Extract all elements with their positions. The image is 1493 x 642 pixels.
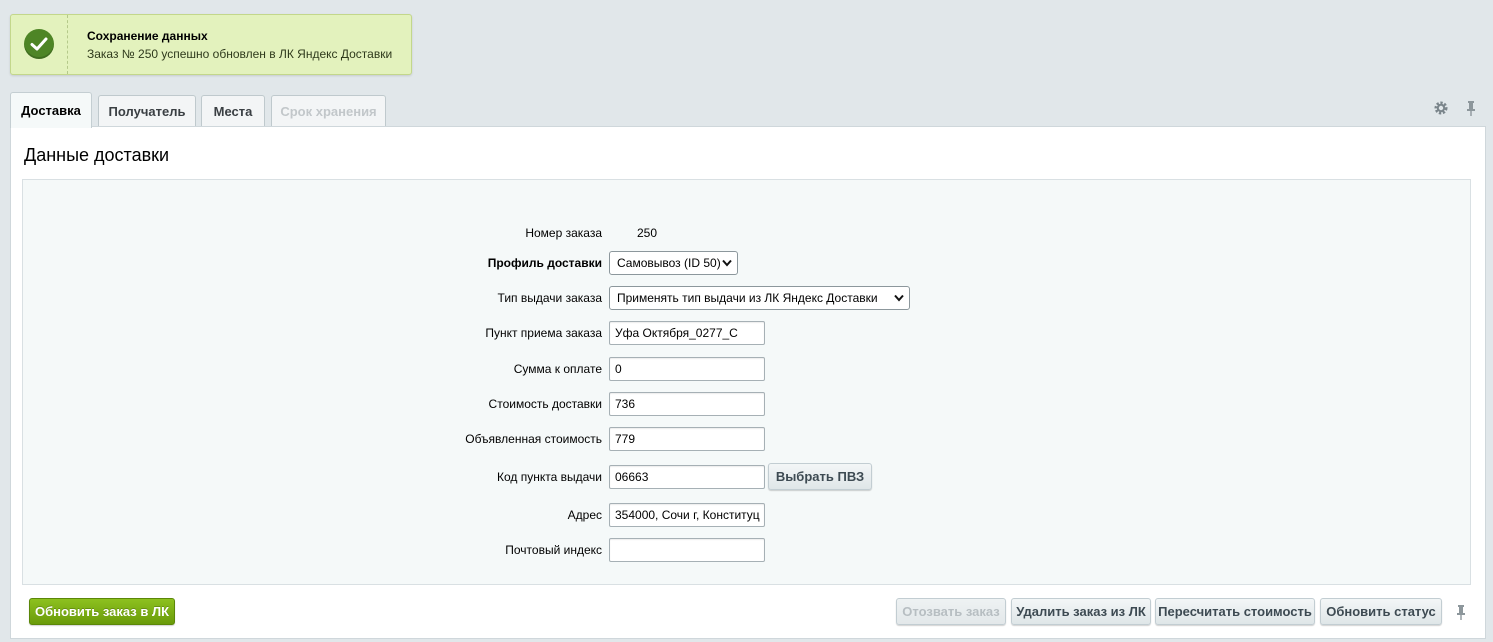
intake-point-label: Пункт приема заказа: [485, 326, 602, 340]
order-number-value: 250: [637, 226, 658, 240]
delete-order-button[interactable]: Удалить заказ из ЛК: [1011, 598, 1151, 625]
update-order-button[interactable]: Обновить заказ в ЛК: [29, 598, 175, 625]
issue-type-label: Тип выдачи заказа: [497, 291, 602, 305]
tab-delivery[interactable]: Доставка: [10, 92, 92, 128]
amount-due-label: Сумма к оплате: [513, 362, 602, 376]
choose-pickup-point-button[interactable]: Выбрать ПВЗ: [768, 463, 872, 490]
row-delivery-cost: Стоимость доставки 736: [23, 392, 1470, 416]
pin-icon[interactable]: [1463, 100, 1479, 116]
pin-icon[interactable]: [1453, 604, 1469, 620]
tab-toolbar: [1433, 100, 1479, 116]
chevron-down-icon: [722, 259, 732, 267]
tab-places[interactable]: Места: [201, 95, 265, 126]
gear-icon[interactable]: [1433, 100, 1449, 116]
delivery-profile-selected: Самовывоз (ID 50): [617, 256, 721, 270]
amount-due-input[interactable]: 0: [609, 357, 765, 381]
tab-recipient[interactable]: Получатель: [98, 95, 196, 126]
notification-title: Сохранение данных: [87, 29, 208, 43]
row-address: Адрес 354000, Сочи г, Конституц: [23, 503, 1470, 527]
issue-type-select[interactable]: Применять тип выдачи из ЛК Яндекс Достав…: [609, 286, 910, 310]
delivery-profile-select[interactable]: Самовывоз (ID 50): [609, 251, 738, 275]
tab-storage-period: Срок хранения: [271, 95, 386, 126]
delivery-profile-label: Профиль доставки: [487, 256, 602, 270]
recalculate-cost-button[interactable]: Пересчитать стоимость: [1155, 598, 1315, 625]
row-amount-due: Сумма к оплате 0: [23, 357, 1470, 381]
row-delivery-profile: Профиль доставки Самовывоз (ID 50): [23, 251, 1470, 275]
delivery-cost-label: Стоимость доставки: [488, 397, 602, 411]
intake-point-input[interactable]: Уфа Октября_0277_С: [609, 321, 765, 345]
row-issue-type: Тип выдачи заказа Применять тип выдачи и…: [23, 286, 1470, 310]
address-input[interactable]: 354000, Сочи г, Конституц: [609, 503, 765, 527]
chevron-down-icon: [894, 294, 904, 302]
postcode-label: Почтовый индекс: [505, 543, 602, 557]
row-declared-value: Объявленная стоимость 779: [23, 427, 1470, 451]
check-circle-icon: [24, 29, 54, 59]
row-order-number: Номер заказа 250: [23, 221, 1470, 245]
pickup-code-input[interactable]: 06663: [609, 465, 765, 489]
delivery-cost-input[interactable]: 736: [609, 392, 765, 416]
notification-icon-area: [11, 15, 68, 74]
success-notification: Сохранение данных Заказ № 250 успешно об…: [10, 14, 412, 75]
delivery-form: Номер заказа 250 Профиль доставки Самовы…: [22, 179, 1471, 585]
update-status-button[interactable]: Обновить статус: [1320, 598, 1442, 625]
declared-value-input[interactable]: 779: [609, 427, 765, 451]
declared-value-label: Объявленная стоимость: [465, 432, 602, 446]
order-number-label: Номер заказа: [525, 226, 602, 240]
row-postcode: Почтовый индекс: [23, 538, 1470, 562]
row-intake-point: Пункт приема заказа Уфа Октября_0277_С: [23, 321, 1470, 345]
recall-order-button: Отозвать заказ: [896, 598, 1006, 625]
postcode-input[interactable]: [609, 538, 765, 562]
notification-message: Заказ № 250 успешно обновлен в ЛК Яндекс…: [87, 47, 393, 61]
issue-type-selected: Применять тип выдачи из ЛК Яндекс Достав…: [617, 291, 878, 305]
address-label: Адрес: [567, 508, 602, 522]
delivery-panel: Данные доставки Номер заказа 250 Профиль…: [10, 126, 1486, 639]
pickup-code-label: Код пункта выдачи: [497, 470, 602, 484]
row-pickup-code: Код пункта выдачи 06663 Выбрать ПВЗ: [23, 463, 1470, 490]
panel-title: Данные доставки: [24, 145, 170, 165]
